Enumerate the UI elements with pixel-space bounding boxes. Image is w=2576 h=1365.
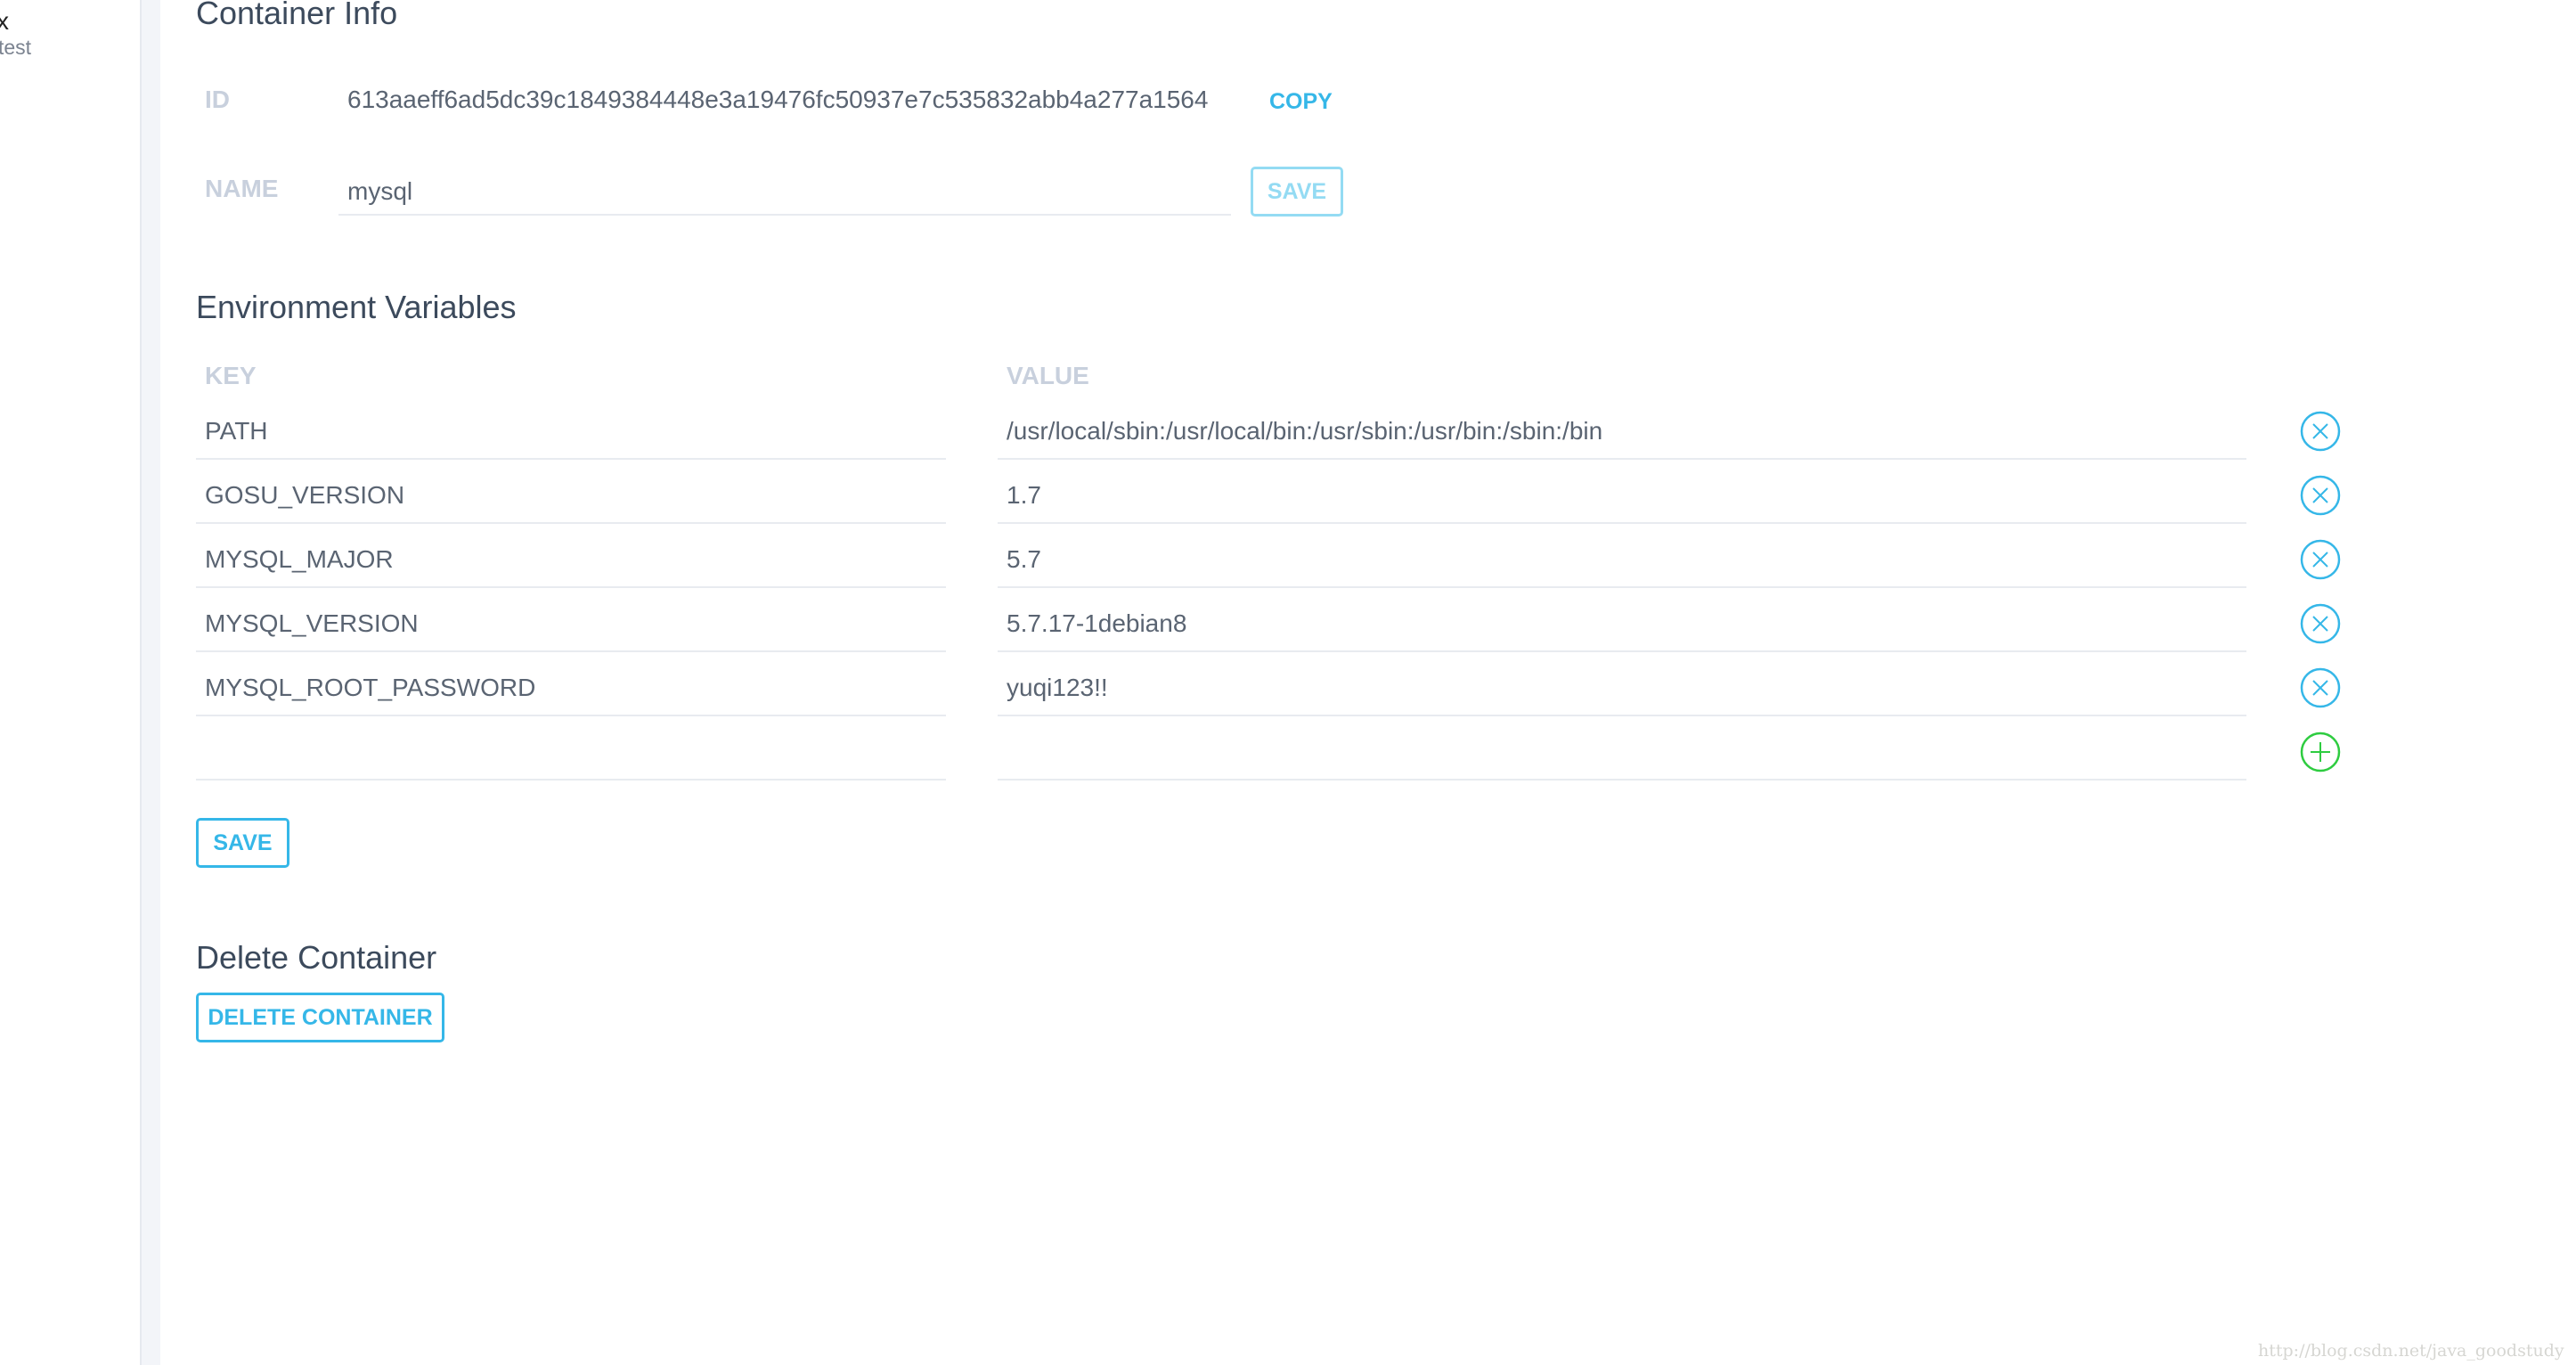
delete-container-button[interactable]: DELETE CONTAINER (196, 993, 444, 1042)
sidebar-divider (142, 0, 160, 1365)
value-column-header: VALUE (1007, 362, 1089, 389)
env-value-input[interactable]: yuqi123!! (1007, 673, 1108, 703)
copy-button[interactable]: COPY (1269, 89, 1333, 115)
sidebar-item-subtitle[interactable]: test (0, 36, 31, 60)
sidebar-item-title[interactable]: x (0, 7, 9, 36)
env-key-input[interactable]: MYSQL_VERSION (205, 609, 419, 639)
key-underline (196, 779, 946, 781)
key-underline (196, 650, 946, 652)
key-underline (196, 522, 946, 524)
delete-container-heading: Delete Container (196, 939, 437, 976)
key-underline (196, 586, 946, 588)
value-underline (998, 522, 2246, 524)
remove-circle-icon[interactable] (2300, 603, 2341, 644)
save-name-button[interactable]: SAVE (1251, 167, 1343, 217)
key-underline (196, 715, 946, 716)
value-underline (998, 586, 2246, 588)
remove-circle-icon[interactable] (2300, 667, 2341, 708)
value-underline (998, 458, 2246, 460)
id-label: ID (205, 86, 230, 113)
container-id-value: 613aaeff6ad5dc39c1849384448e3a19476fc509… (347, 86, 1209, 113)
save-env-button[interactable]: SAVE (196, 818, 289, 868)
env-key-input[interactable]: MYSQL_MAJOR (205, 544, 394, 575)
value-underline (998, 650, 2246, 652)
value-underline (998, 715, 2246, 716)
container-info-heading: Container Info (196, 0, 398, 31)
env-key-input[interactable]: MYSQL_ROOT_PASSWORD (205, 673, 535, 703)
env-value-input[interactable]: /usr/local/sbin:/usr/local/bin:/usr/sbin… (1007, 416, 1602, 446)
key-column-header: KEY (205, 362, 257, 389)
name-input[interactable] (338, 169, 1231, 216)
add-circle-icon[interactable] (2300, 732, 2341, 772)
key-underline (196, 458, 946, 460)
value-underline (998, 779, 2246, 781)
remove-circle-icon[interactable] (2300, 539, 2341, 580)
env-value-input[interactable]: 5.7 (1007, 544, 1041, 575)
env-vars-heading: Environment Variables (196, 289, 517, 325)
remove-circle-icon[interactable] (2300, 411, 2341, 452)
env-key-input[interactable]: PATH (205, 416, 268, 446)
env-value-input[interactable]: 5.7.17-1debian8 (1007, 609, 1186, 639)
env-key-input[interactable]: GOSU_VERSION (205, 480, 404, 511)
name-label: NAME (205, 175, 279, 202)
remove-circle-icon[interactable] (2300, 475, 2341, 516)
env-value-input[interactable]: 1.7 (1007, 480, 1041, 511)
watermark: http://blog.csdn.net/java_goodstudy (2258, 1341, 2564, 1361)
sidebar: x test (0, 0, 142, 1365)
